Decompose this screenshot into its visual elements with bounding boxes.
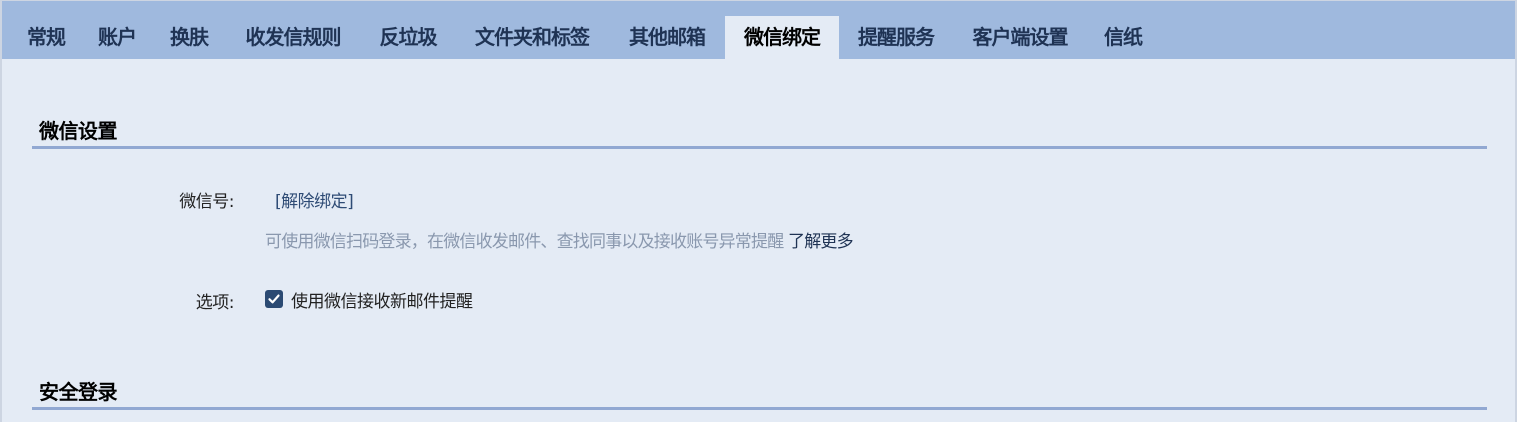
tab-other-mailboxes[interactable]: 其他邮箱	[614, 16, 720, 59]
new-mail-reminder-label: 使用微信接收新邮件提醒	[291, 291, 473, 312]
tab-skin[interactable]: 换肤	[158, 16, 220, 59]
wechat-account-label: 微信号:	[179, 192, 234, 212]
options-label: 选项:	[195, 293, 235, 313]
tab-mail-rules[interactable]: 收发信规则	[230, 16, 356, 59]
tab-general[interactable]: 常规	[16, 16, 76, 59]
settings-panel: 常规 账户 换肤 收发信规则 反垃圾 文件夹和标签 其他邮箱 微信绑定 提醒服务…	[0, 0, 1517, 422]
checkmark-icon	[268, 294, 280, 304]
wechat-hint-description: 可使用微信扫码登录，在微信收发邮件、查找同事以及接收账号异常提醒	[265, 232, 784, 252]
tab-wechat-binding[interactable]: 微信绑定	[725, 16, 839, 59]
new-mail-reminder-checkbox[interactable]	[265, 290, 283, 308]
settings-tab-bar: 常规 账户 换肤 收发信规则 反垃圾 文件夹和标签 其他邮箱 微信绑定 提醒服务…	[2, 1, 1515, 59]
learn-more-link[interactable]: 了解更多	[788, 232, 854, 252]
wechat-settings-title: 微信设置	[39, 119, 118, 143]
new-mail-reminder-option[interactable]: 使用微信接收新邮件提醒	[265, 288, 473, 312]
wechat-hint-text: 可使用微信扫码登录，在微信收发邮件、查找同事以及接收账号异常提醒 了解更多	[265, 227, 854, 252]
tab-client-settings[interactable]: 客户端设置	[957, 16, 1083, 59]
wechat-settings-divider	[32, 146, 1487, 149]
tab-account[interactable]: 账户	[86, 16, 148, 59]
tab-folders-labels[interactable]: 文件夹和标签	[458, 16, 606, 59]
tab-reminders[interactable]: 提醒服务	[843, 16, 949, 59]
tab-stationery[interactable]: 信纸	[1091, 16, 1155, 59]
tab-anti-spam[interactable]: 反垃圾	[366, 16, 450, 59]
secure-login-title: 安全登录	[39, 380, 118, 404]
unbind-wechat-link[interactable]: [解除绑定]	[275, 187, 354, 212]
secure-login-divider	[32, 407, 1487, 410]
